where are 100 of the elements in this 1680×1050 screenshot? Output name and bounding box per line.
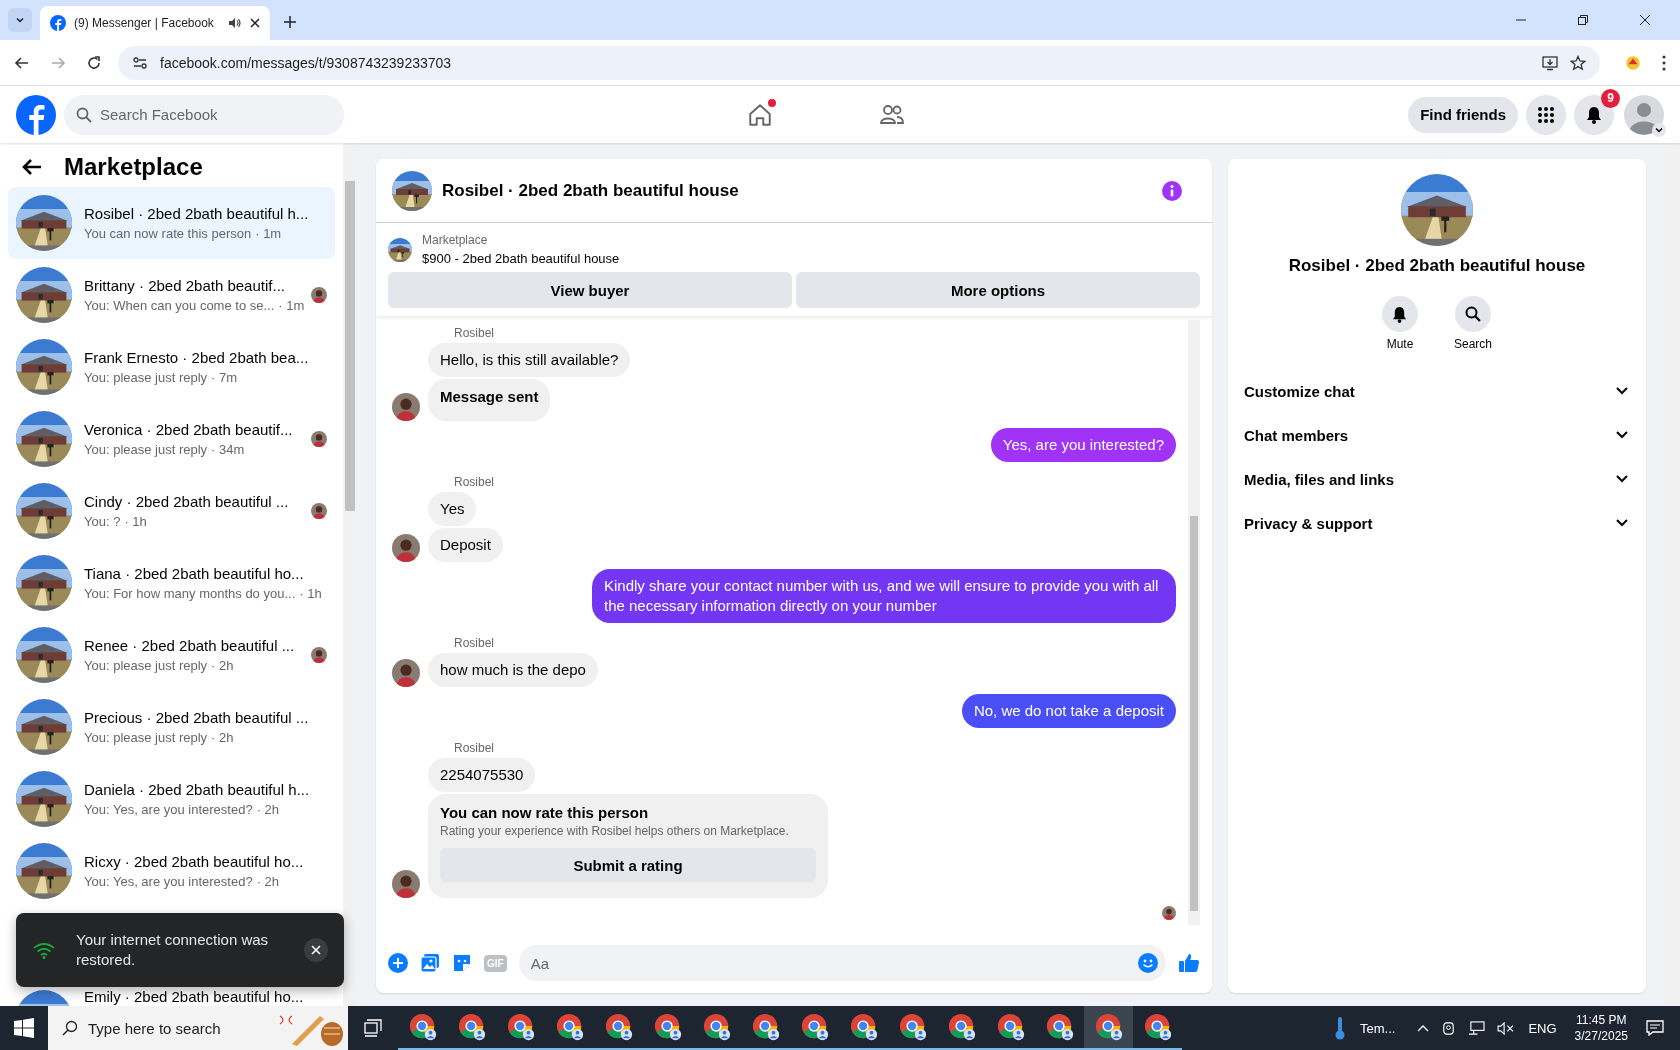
grid-icon: [1537, 105, 1555, 124]
sender-name: Rosibel: [454, 475, 496, 489]
star-icon[interactable]: [1570, 54, 1586, 71]
message-bubble: Yes: [428, 492, 477, 526]
install-icon[interactable]: [1542, 54, 1558, 71]
plus-icon[interactable]: [388, 953, 408, 973]
close-button[interactable]: [304, 938, 328, 962]
browser-icon: [995, 1012, 1026, 1042]
browser-icon: [505, 1012, 536, 1042]
browser-icon: [652, 1012, 683, 1042]
caret-icon[interactable]: [1652, 122, 1666, 137]
listing-action-button[interactable]: View buyer: [388, 272, 792, 308]
close-icon: [311, 945, 321, 955]
wifi-icon: [32, 941, 56, 959]
sticker-icon[interactable]: [452, 953, 472, 973]
chevron-up-icon[interactable]: [1417, 1024, 1430, 1032]
message-bubble: 2254075530: [428, 758, 536, 792]
message-bubble: Hello, is this still available?: [428, 343, 631, 377]
conversation-item[interactable]: Veronica · 2bed 2bath beautif... You: please just reply · 34m: [8, 403, 335, 475]
tab-title: (9) Messenger | Facebook: [74, 16, 215, 30]
back-icon[interactable]: [14, 54, 30, 71]
weather-label[interactable]: Tem...: [1360, 1020, 1396, 1036]
thumbs-up-icon[interactable]: [1178, 953, 1200, 973]
notification-dot: [768, 98, 776, 107]
conversation-item[interactable]: Cindy · 2bed 2bath beautiful ... You: ? · 1h: [8, 475, 335, 547]
info-icon[interactable]: [1162, 180, 1182, 201]
sender-name: Rosibel: [454, 326, 496, 340]
emoji-icon[interactable]: [1138, 953, 1158, 973]
search-icon: [1465, 306, 1481, 322]
restore-icon[interactable]: [1578, 15, 1588, 25]
taskbar-app-button[interactable]: [1084, 1006, 1133, 1050]
menu-icon[interactable]: [1662, 54, 1666, 71]
task-view-icon[interactable]: [364, 1019, 382, 1037]
listing-action-button[interactable]: More options: [796, 272, 1200, 308]
scrollbar[interactable]: [1663, 143, 1680, 1006]
section-header[interactable]: Media, files and links: [1244, 457, 1630, 501]
conversation-item[interactable]: Precious · 2bed 2bath beautiful ... You: please just reply · 2h: [8, 691, 335, 763]
speaker-icon: [228, 17, 242, 29]
browser-icon: [701, 1012, 732, 1042]
close-icon[interactable]: [1640, 15, 1650, 25]
conversation-name: Rosibel · 2bed 2bath beautiful house: [1288, 256, 1586, 276]
browser-icon: [848, 1012, 879, 1042]
section-header[interactable]: Privacy & support: [1244, 501, 1630, 545]
conversation-item[interactable]: Daniela · 2bed 2bath beautiful h... You: Yes, are you interested? · 2h: [8, 763, 335, 835]
message-bubble: how much is the depo: [428, 653, 598, 687]
muted-speaker-icon[interactable]: [1497, 1021, 1515, 1035]
windows-start-icon[interactable]: [14, 1018, 34, 1038]
search-icon: [62, 1020, 78, 1036]
browser-icon: [750, 1012, 781, 1042]
photo-icon[interactable]: [420, 953, 440, 973]
search-field[interactable]: Search Facebook: [64, 94, 344, 135]
site-info-icon[interactable]: [132, 54, 148, 71]
browser-icon: [603, 1012, 634, 1042]
browser-icon: [799, 1012, 830, 1042]
scrollbar[interactable]: [343, 143, 357, 1006]
find-friends-button[interactable]: Find friends: [1408, 96, 1518, 133]
message-field[interactable]: Aa: [518, 945, 1166, 981]
listing-title: $900 - 2bed 2bath beautiful house: [422, 251, 620, 266]
sender-name: Rosibel: [454, 741, 496, 755]
browser-icon: [1093, 1012, 1124, 1042]
network-icon[interactable]: [1468, 1020, 1486, 1036]
new-tab-icon[interactable]: [284, 16, 296, 28]
back-arrow-icon[interactable]: [22, 158, 42, 176]
action-label: Mute: [1386, 337, 1414, 351]
conversation-item[interactable]: Ricxy · 2bed 2bath beautiful ho... You: Yes, are you interested? · 2h: [8, 835, 335, 907]
language-indicator[interactable]: ENG: [1528, 1020, 1557, 1036]
people-icon: [879, 102, 905, 127]
bell-icon: [1392, 305, 1408, 323]
browser-icon: [456, 1012, 487, 1042]
scrollbar[interactable]: [1188, 320, 1200, 925]
browser-tab[interactable]: (9) Messenger | Facebook: [40, 6, 270, 40]
message-bubble: Kindly share your contact number with us, and we will ensure to provide you with all the necessary information directly on your number: [592, 569, 1176, 623]
message-bubble: No, we do not take a deposit: [961, 694, 1176, 728]
reload-icon[interactable]: [86, 54, 102, 71]
extension-icon[interactable]: [1624, 53, 1642, 72]
section-header[interactable]: Chat members: [1244, 413, 1630, 457]
taskbar-search-field[interactable]: Type here to search: [48, 1006, 348, 1050]
notifications-button[interactable]: [1574, 94, 1614, 135]
rating-text: Rating your experience with Rosibel helps others on Marketplace.: [440, 824, 790, 838]
search-button[interactable]: [1455, 296, 1491, 332]
browser-icon: [946, 1012, 977, 1042]
menu-button[interactable]: [1526, 94, 1566, 135]
browser-icon: [897, 1012, 928, 1042]
conversation-item[interactable]: Rosibel · 2bed 2bath beautiful h... You can now rate this person · 1m: [8, 187, 335, 259]
submit-rating-button[interactable]: Submit a rating: [440, 848, 816, 882]
chat-title: Rosibel · 2bed 2bath beautiful house: [442, 180, 739, 201]
facebook-logo[interactable]: [16, 94, 56, 135]
conversation-item[interactable]: Brittany · 2bed 2bath beautif... You: When can you come to se... · 1m: [8, 259, 335, 331]
mute-button[interactable]: [1382, 296, 1418, 332]
conversation-item[interactable]: Renee · 2bed 2bath beautiful ... You: please just reply · 2h: [8, 619, 335, 691]
notification-center-icon[interactable]: [1646, 1020, 1664, 1036]
address-field[interactable]: facebook.com/messages/t/9308743239233703: [118, 45, 1600, 80]
conversation-item[interactable]: Tiana · 2bed 2bath beautiful ho... You: For how many months do you... · 1h: [8, 547, 335, 619]
close-tab-icon[interactable]: [250, 18, 260, 28]
conversation-item[interactable]: Frank Ernesto · 2bed 2bath bea... You: please just reply · 7m: [8, 331, 335, 403]
camera-icon[interactable]: [1441, 1020, 1457, 1036]
clock[interactable]: 11:45 PM 3/27/2025: [1574, 1013, 1628, 1043]
thermometer-icon[interactable]: [1334, 1016, 1347, 1040]
section-header[interactable]: Customize chat: [1244, 369, 1630, 413]
sidebar-title: Marketplace: [64, 153, 203, 181]
